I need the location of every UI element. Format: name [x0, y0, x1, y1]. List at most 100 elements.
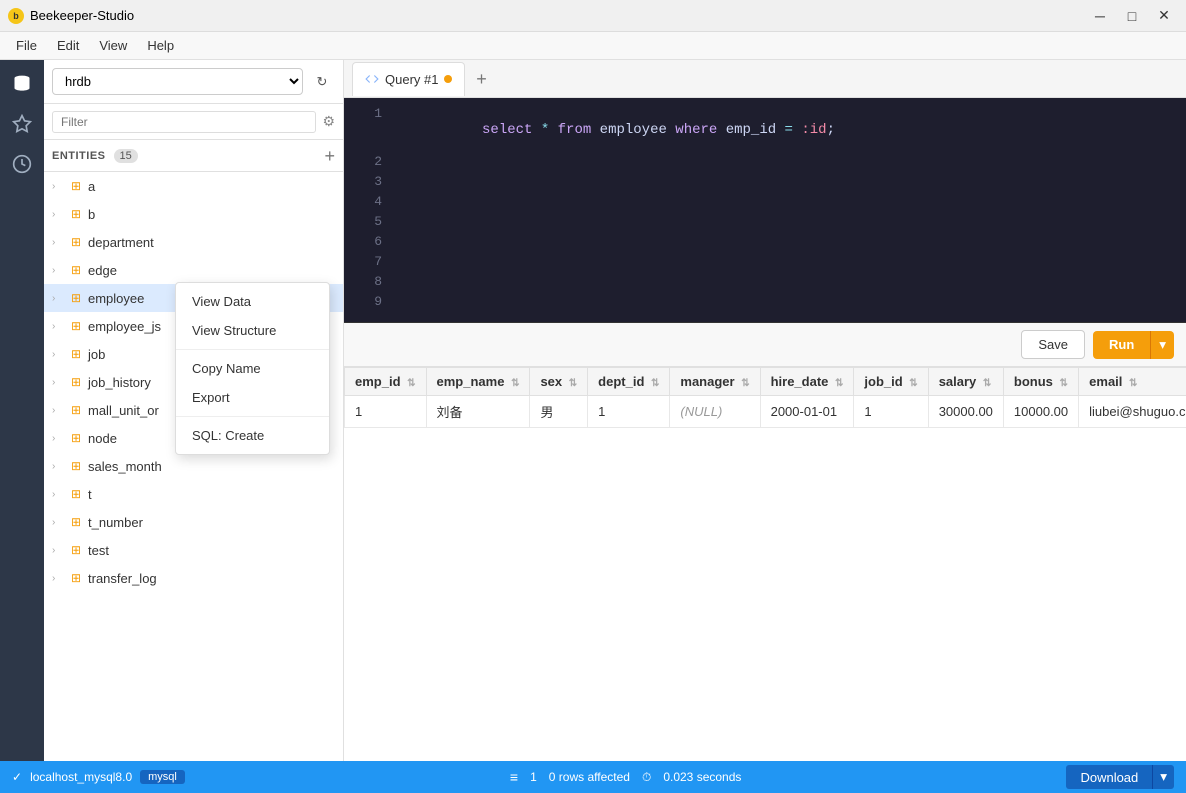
menu-bar: File Edit View Help — [0, 32, 1186, 60]
entity-chevron: › — [52, 405, 64, 416]
entity-name: node — [88, 431, 117, 446]
col-salary[interactable]: salary ⇅ — [928, 368, 1003, 396]
entity-table-icon: ⊞ — [68, 403, 84, 417]
cell-hire_date: 2000-01-01 — [760, 396, 854, 428]
close-button[interactable]: ✕ — [1150, 6, 1178, 26]
col-email[interactable]: email ⇅ — [1079, 368, 1186, 396]
entity-chevron: › — [52, 489, 64, 500]
col-dept_id[interactable]: dept_id ⇅ — [588, 368, 670, 396]
status-bar: ✓ localhost_mysql8.0 mysql ≡ 1 0 rows af… — [0, 761, 1186, 793]
ctx-export[interactable]: Export — [176, 383, 329, 412]
entity-item-t_number[interactable]: › ⊞ t_number — [44, 508, 343, 536]
col-manager[interactable]: manager ⇅ — [670, 368, 760, 396]
sidebar-database-icon[interactable] — [6, 68, 38, 100]
cell-sex: 男 — [530, 396, 588, 428]
entity-chevron: › — [52, 517, 64, 528]
entity-table-icon: ⊞ — [68, 263, 84, 277]
query-tabs: Query #1 + — [344, 60, 1186, 98]
entity-name: mall_unit_or — [88, 403, 159, 418]
save-button[interactable]: Save — [1021, 330, 1085, 359]
menu-view[interactable]: View — [91, 35, 135, 56]
sidebar-favorites-icon[interactable] — [6, 108, 38, 140]
entity-table-icon: ⊞ — [68, 179, 84, 193]
col-emp_name[interactable]: emp_name ⇅ — [426, 368, 530, 396]
download-button[interactable]: Download — [1066, 765, 1152, 789]
entity-name: department — [88, 235, 154, 250]
entities-count: 15 — [114, 149, 138, 163]
sidebar-history-icon[interactable] — [6, 148, 38, 180]
app-title: Beekeeper-Studio — [30, 8, 134, 23]
col-hire_date[interactable]: hire_date ⇅ — [760, 368, 854, 396]
menu-help[interactable]: Help — [139, 35, 182, 56]
filter-row: ⚙ — [44, 104, 343, 140]
ctx-divider-1 — [176, 349, 329, 350]
entity-chevron: › — [52, 321, 64, 332]
col-emp_id[interactable]: emp_id ⇅ — [345, 368, 427, 396]
cell-bonus: 10000.00 — [1003, 396, 1078, 428]
entity-name: transfer_log — [88, 571, 157, 586]
code-line-5: 5 — [344, 214, 1186, 234]
code-line-7: 7 — [344, 254, 1186, 274]
db-type-badge: mysql — [140, 770, 185, 784]
entity-table-icon: ⊞ — [68, 291, 84, 305]
minimize-button[interactable]: ─ — [1086, 6, 1114, 26]
entity-list: › ⊞ a › ⊞ b › ⊞ department › ⊞ edge › ⊞ … — [44, 172, 343, 761]
add-entity-button[interactable]: + — [324, 147, 335, 165]
ctx-copy-name[interactable]: Copy Name — [176, 354, 329, 383]
entity-item-sales_month[interactable]: › ⊞ sales_month — [44, 452, 343, 480]
col-bonus[interactable]: bonus ⇅ — [1003, 368, 1078, 396]
table-row: 1刘备男1(NULL)2000-01-01130000.0010000.00li… — [345, 396, 1186, 428]
query-tab-1[interactable]: Query #1 — [352, 62, 465, 96]
results-area[interactable]: emp_id ⇅ emp_name ⇅ sex ⇅ dept_id ⇅ mana… — [344, 367, 1186, 761]
code-line-8: 8 — [344, 274, 1186, 294]
entity-name: job_history — [88, 375, 151, 390]
col-sex[interactable]: sex ⇅ — [530, 368, 588, 396]
code-line-2: 2 — [344, 154, 1186, 174]
run-dropdown-button[interactable]: ▾ — [1150, 331, 1174, 359]
entity-chevron: › — [52, 377, 64, 388]
entity-chevron: › — [52, 209, 64, 220]
ctx-view-structure[interactable]: View Structure — [176, 316, 329, 345]
download-dropdown-button[interactable]: ▾ — [1152, 765, 1174, 789]
menu-edit[interactable]: Edit — [49, 35, 87, 56]
code-editor[interactable]: 1 select * from employee where emp_id = … — [344, 98, 1186, 323]
main-content: hrdb ↻ ⚙ ENTITIES 15 + › ⊞ a › ⊞ b — [0, 60, 1186, 761]
entity-item-a[interactable]: › ⊞ a — [44, 172, 343, 200]
menu-file[interactable]: File — [8, 35, 45, 56]
entity-name: employee_js — [88, 319, 161, 334]
run-button[interactable]: Run — [1093, 331, 1150, 359]
query-icon — [365, 72, 379, 86]
entity-chevron: › — [52, 433, 64, 444]
ctx-divider-2 — [176, 416, 329, 417]
entity-item-b[interactable]: › ⊞ b — [44, 200, 343, 228]
filter-icon[interactable]: ⚙ — [322, 113, 335, 130]
entity-item-test[interactable]: › ⊞ test — [44, 536, 343, 564]
time-icon: ⏱ — [642, 770, 651, 785]
maximize-button[interactable]: □ — [1118, 6, 1146, 26]
entity-table-icon: ⊞ — [68, 487, 84, 501]
col-job_id[interactable]: job_id ⇅ — [854, 368, 928, 396]
cell-emp_id: 1 — [345, 396, 427, 428]
filter-input[interactable] — [52, 111, 316, 133]
connection-check-icon: ✓ — [12, 770, 22, 784]
database-select[interactable]: hrdb — [52, 68, 303, 95]
entity-name: b — [88, 207, 95, 222]
entity-item-transfer_log[interactable]: › ⊞ transfer_log — [44, 564, 343, 592]
entity-name: job — [88, 347, 105, 362]
entity-item-t[interactable]: › ⊞ t — [44, 480, 343, 508]
add-tab-button[interactable]: + — [469, 67, 493, 91]
ctx-view-data[interactable]: View Data — [176, 287, 329, 316]
entity-chevron: › — [52, 293, 64, 304]
ctx-sql-create[interactable]: SQL: Create — [176, 421, 329, 450]
cell-emp_name: 刘备 — [426, 396, 530, 428]
entity-table-icon: ⊞ — [68, 431, 84, 445]
code-line-1: 1 select * from employee where emp_id = … — [344, 106, 1186, 154]
entity-item-edge[interactable]: › ⊞ edge — [44, 256, 343, 284]
refresh-button[interactable]: ↻ — [309, 69, 335, 95]
entity-item-department[interactable]: › ⊞ department — [44, 228, 343, 256]
status-left: ✓ localhost_mysql8.0 mysql — [12, 770, 185, 784]
entity-table-icon: ⊞ — [68, 235, 84, 249]
title-bar-left: b Beekeeper-Studio — [8, 8, 134, 24]
entity-name: sales_month — [88, 459, 162, 474]
code-line-9: 9 — [344, 294, 1186, 314]
